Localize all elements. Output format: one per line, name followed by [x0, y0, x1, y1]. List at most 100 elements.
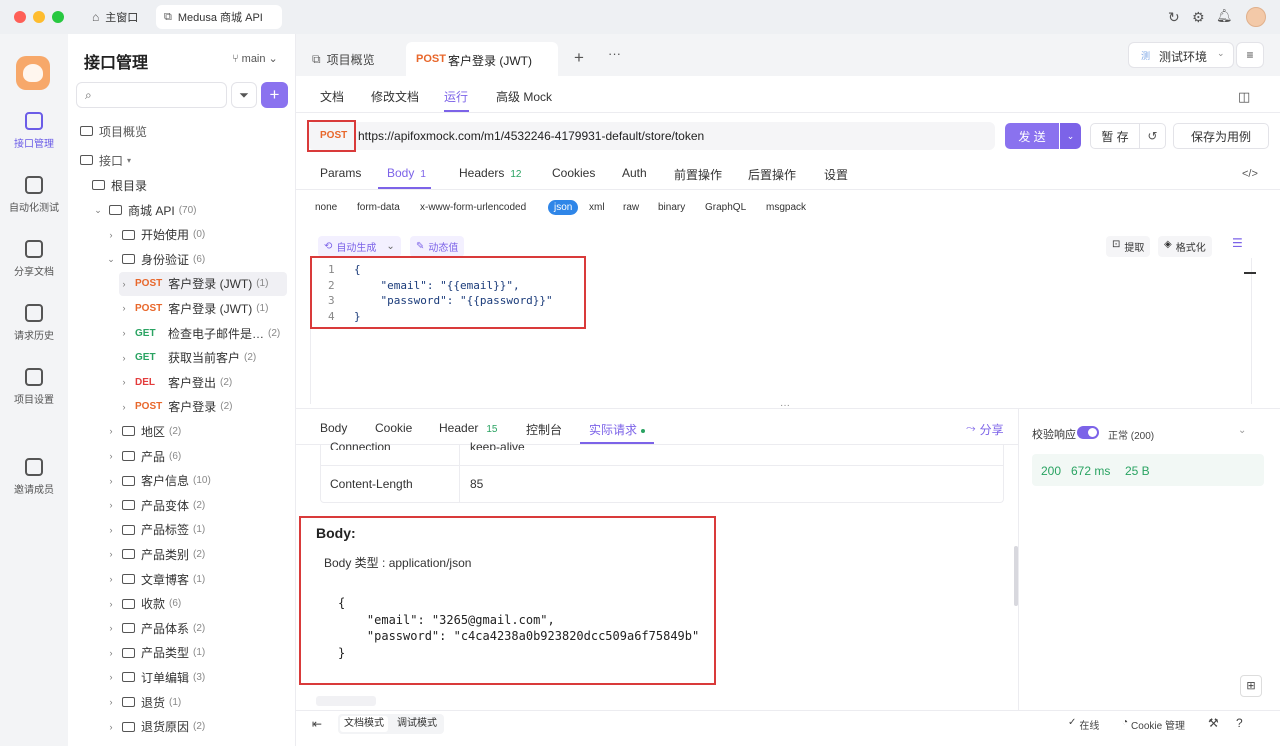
body-type-option[interactable]: x-www-form-urlencoded — [420, 202, 526, 213]
wrap-lines-icon[interactable]: ☰ — [1232, 236, 1243, 250]
rail-item[interactable]: 接口管理 — [0, 112, 68, 150]
folder-item[interactable]: › 地区 (2) — [106, 419, 287, 443]
request-tab[interactable]: Params — [320, 166, 361, 180]
response-tab[interactable]: 控制台 — [526, 421, 562, 438]
environment-selector[interactable]: 测 测试环境 ⌄ — [1128, 42, 1234, 68]
project-window-tab[interactable]: ⧉ Medusa 商城 API — [156, 5, 282, 29]
auto-generate-button[interactable]: ⟲ 自动生成 ⌄ — [318, 236, 401, 257]
debug-mode-button[interactable]: 调试模式 — [392, 716, 442, 732]
filter-icon[interactable]: ⏷ — [231, 82, 257, 108]
extract-button[interactable]: ⊡ 提取 — [1106, 236, 1151, 257]
rail-item[interactable]: 分享文档 — [0, 240, 68, 278]
resize-handle-icon[interactable]: ··· — [780, 400, 790, 411]
request-tab[interactable]: Cookies — [552, 166, 595, 180]
body-type-option[interactable]: raw — [623, 202, 639, 213]
folder-item[interactable]: › 产品标签 (1) — [106, 518, 287, 542]
body-type-option[interactable]: msgpack — [766, 202, 806, 213]
share-button[interactable]: ⤳ 分享 — [966, 421, 1004, 438]
response-tab[interactable]: Header 15 — [439, 421, 497, 435]
save-draft-button[interactable]: 暂 存 — [1090, 123, 1140, 149]
help-icon[interactable]: ? — [1236, 716, 1243, 730]
request-tab[interactable]: 前置操作 — [674, 166, 722, 183]
folder-item[interactable]: › 订单编辑 (3) — [106, 665, 287, 689]
folder-item[interactable]: › 退货原因 (2) — [106, 715, 287, 739]
history-icon[interactable]: ↺ — [1140, 123, 1166, 149]
body-type-option[interactable]: json — [548, 200, 579, 215]
verify-toggle[interactable] — [1077, 426, 1099, 439]
maximize-window-button[interactable] — [52, 11, 64, 23]
body-type-option[interactable]: binary — [658, 202, 685, 213]
folder-item[interactable]: › 产品类型 (1) — [106, 641, 287, 665]
api-item[interactable]: › POST 客户登录 (JWT) (1) — [119, 271, 287, 296]
request-tab[interactable]: 后置操作 — [748, 166, 796, 183]
response-tab[interactable]: Body — [320, 421, 347, 435]
send-options-chevron-icon[interactable]: ⌄ — [1060, 123, 1081, 149]
folder-item[interactable]: › 客户信息 (10) — [106, 469, 287, 493]
more-tabs-icon[interactable]: ··· — [608, 46, 621, 61]
folder-item[interactable]: ⌄ 商城 API (70) — [93, 198, 287, 222]
url-input[interactable]: https://apifoxmock.com/m1/4532246-417993… — [358, 129, 704, 143]
bell-icon[interactable]: 🔔︎ — [1216, 8, 1233, 24]
rail-item[interactable]: 自动化测试 — [0, 176, 68, 214]
project-logo[interactable] — [16, 56, 50, 90]
send-button[interactable]: 发 送 — [1005, 123, 1059, 149]
collapse-sidebar-icon[interactable]: ⇤ — [312, 717, 322, 731]
add-tab-button[interactable]: + — [574, 48, 584, 68]
scrollbar[interactable] — [1014, 546, 1018, 606]
root-folder[interactable]: 根目录 — [92, 173, 287, 197]
request-tab[interactable]: Body 1 — [387, 166, 426, 180]
api-item[interactable]: › POST 客户登录 (JWT) (1) — [119, 296, 287, 320]
branch-selector[interactable]: ⑂ main ⌄ — [232, 52, 278, 65]
rail-item[interactable]: 项目设置 — [0, 368, 68, 406]
home-tab[interactable]: ⌂ 主窗口 — [84, 5, 146, 29]
folder-item[interactable]: ⌄ 身份验证 (6) — [106, 247, 287, 271]
settings-gear-icon[interactable]: ⚙ — [1192, 9, 1205, 26]
subtab[interactable]: 运行 — [444, 88, 468, 105]
body-type-option[interactable]: GraphQL — [705, 202, 746, 213]
project-overview-item[interactable]: 项目概览 — [80, 119, 287, 143]
layout-toggle-icon[interactable]: ◫ — [1238, 89, 1250, 105]
folder-item[interactable]: › 收款 (6) — [106, 592, 287, 616]
subtab[interactable]: 修改文档 — [371, 88, 419, 105]
format-button[interactable]: ◈ 格式化 — [1158, 236, 1212, 257]
request-tab[interactable]: Auth — [622, 166, 647, 180]
code-icon[interactable]: </> — [1242, 168, 1258, 180]
save-as-case-button[interactable]: 保存为用例 — [1173, 123, 1269, 149]
interface-section[interactable]: 接口 ▾ — [80, 148, 287, 172]
refresh-icon[interactable]: ↻ — [1168, 9, 1180, 26]
folder-item[interactable]: › 产品体系 (2) — [106, 616, 287, 640]
add-button[interactable]: + — [261, 82, 288, 108]
folder-item[interactable]: › 文章博客 (1) — [106, 567, 287, 591]
api-item[interactable]: › GET 检查电子邮件是… (2) — [119, 321, 287, 345]
request-tab[interactable]: 设置 — [824, 166, 848, 183]
folder-item[interactable]: › 产品 (6) — [106, 444, 287, 468]
minimize-window-button[interactable] — [33, 11, 45, 23]
subtab[interactable]: 文档 — [320, 88, 344, 105]
folder-item[interactable]: › 开始使用 (0) — [106, 223, 287, 247]
api-item[interactable]: › POST 客户登录 (2) — [119, 395, 287, 419]
tab-active-request[interactable]: POST 客户登录 (JWT) — [406, 42, 558, 76]
online-status[interactable]: ✓ 在线 — [1068, 717, 1099, 732]
tools-icon[interactable]: ⚒ — [1208, 716, 1219, 730]
body-type-option[interactable]: none — [315, 202, 337, 213]
folder-item[interactable]: › 产品变体 (2) — [106, 493, 287, 517]
body-type-option[interactable]: xml — [589, 202, 605, 213]
rail-item[interactable]: 请求历史 — [0, 304, 68, 342]
folder-item[interactable]: › 产品类别 (2) — [106, 542, 287, 566]
api-item[interactable]: › GET 获取当前客户 (2) — [119, 346, 287, 370]
request-tab[interactable]: Headers 12 — [459, 166, 521, 180]
api-item[interactable]: › DEL 客户登出 (2) — [119, 370, 287, 394]
verify-status[interactable]: 正常 (200) — [1108, 427, 1154, 442]
response-tab[interactable]: Cookie — [375, 421, 412, 435]
dynamic-value-button[interactable]: ✎ 动态值 — [410, 236, 465, 257]
folder-item[interactable]: › 退货 (1) — [106, 690, 287, 714]
cookie-manager[interactable]: ◔ Cookie 管理 — [1122, 717, 1185, 732]
tab-project-overview[interactable]: ⧉ 项目概览 — [312, 42, 375, 76]
chevron-down-icon[interactable]: ⌄ — [1238, 425, 1246, 436]
close-window-button[interactable] — [14, 11, 26, 23]
body-type-option[interactable]: form-data — [357, 202, 400, 213]
user-avatar[interactable] — [1246, 7, 1266, 27]
doc-mode-button[interactable]: 文档模式 — [340, 716, 388, 732]
rail-item[interactable]: 邀请成员 — [0, 458, 68, 496]
response-tab[interactable]: 实际请求 — [589, 421, 646, 438]
